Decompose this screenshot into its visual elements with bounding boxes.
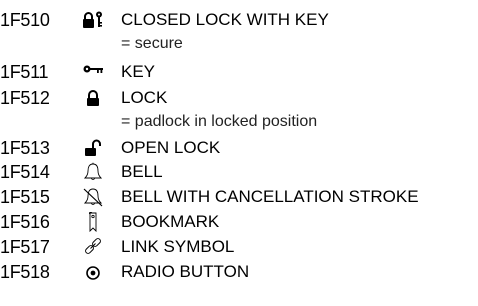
code-point: 1F511 — [0, 62, 49, 82]
chart-entry-1f511: 1F511 KEY — [0, 60, 478, 84]
bookmark-icon — [82, 212, 104, 232]
closed-lock-with-key-icon — [82, 10, 104, 30]
chart-entry-1f515: 1F515 BELL WITH CANCELLATION STROKE — [0, 185, 478, 209]
code-point: 1F513 — [0, 138, 50, 158]
code-point: 1F512 — [0, 88, 50, 108]
character-name: LOCK — [121, 88, 168, 107]
chart-entry-1f512-alias: = padlock in locked position — [0, 110, 478, 134]
chart-entry-1f516: 1F516 BOOKMARK — [0, 210, 478, 234]
chart-entry-1f513: 1F513 OPEN LOCK — [0, 136, 478, 160]
code-point: 1F514 — [0, 162, 50, 182]
open-lock-icon — [82, 138, 104, 158]
chart-entry-1f518: 1F518 RADIO BUTTON — [0, 260, 478, 284]
code-point: 1F517 — [0, 237, 50, 257]
character-name: LINK SYMBOL — [121, 237, 235, 256]
chart-entry-1f512: 1F512 LOCK — [0, 86, 478, 110]
code-point: 1F516 — [0, 212, 50, 232]
character-alias: = padlock in locked position — [121, 113, 318, 130]
key-icon — [82, 62, 104, 82]
character-name: CLOSED LOCK WITH KEY — [121, 10, 329, 29]
link-symbol-icon — [82, 237, 104, 257]
code-point: 1F515 — [0, 187, 50, 207]
unicode-code-chart: 1F510 CLOSED LOCK WITH KEY = secure 1F51… — [0, 0, 478, 306]
character-name: RADIO BUTTON — [121, 262, 250, 281]
chart-entry-1f514: 1F514 BELL — [0, 160, 478, 184]
character-name: BELL — [121, 162, 163, 181]
character-alias: = secure — [121, 35, 183, 52]
code-point: 1F518 — [0, 262, 50, 282]
chart-entry-1f510: 1F510 CLOSED LOCK WITH KEY — [0, 8, 478, 32]
chart-entry-1f517: 1F517 LINK SYMBOL — [0, 235, 478, 259]
bell-icon — [82, 162, 104, 182]
chart-entry-1f510-alias: = secure — [0, 32, 478, 56]
bell-with-cancellation-stroke-icon — [82, 187, 104, 207]
lock-icon — [82, 88, 104, 108]
character-name: OPEN LOCK — [121, 138, 221, 157]
code-point: 1F510 — [0, 10, 50, 30]
radio-button-icon — [82, 262, 104, 282]
character-name: KEY — [121, 62, 156, 81]
character-name: BOOKMARK — [121, 212, 220, 231]
character-name: BELL WITH CANCELLATION STROKE — [121, 187, 419, 206]
